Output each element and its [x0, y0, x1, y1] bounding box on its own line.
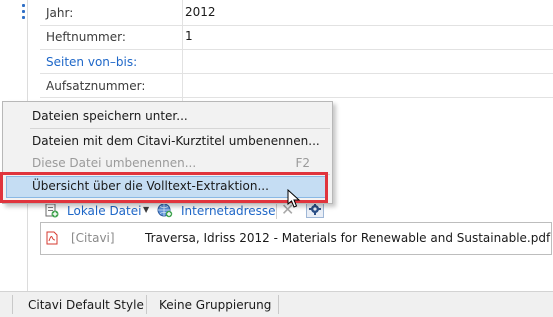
menu-item-label: Dateien mit dem Citavi-Kurztitel umbenen…	[32, 134, 320, 148]
field-label-aufsatznummer: Aufsatznummer:	[46, 79, 146, 93]
list-item[interactable]: [Citavi] Traversa, Idriss 2012 - Materia…	[41, 223, 551, 254]
field-value-aufsatznummer[interactable]	[183, 74, 553, 97]
pdf-icon	[46, 231, 58, 245]
menu-item-label: Dateien speichern unter...	[32, 109, 188, 123]
menu-item-rename-with-short-title[interactable]: Dateien mit dem Citavi-Kurztitel umbenen…	[3, 130, 332, 152]
annotation-highlight-frame	[0, 172, 328, 203]
field-divider	[40, 97, 553, 98]
menu-item-shortcut: F2	[295, 156, 310, 170]
internet-address-icon[interactable]	[157, 203, 173, 218]
menu-item-save-files-as[interactable]: Dateien speichern unter...	[3, 105, 332, 127]
field-label-seiten[interactable]: Seiten von–bis:	[46, 55, 137, 69]
chevron-down-icon[interactable]: ▼	[143, 205, 149, 214]
attachment-name: Traversa, Idriss 2012 - Materials for Re…	[145, 231, 551, 245]
field-value-heftnummer[interactable]: 1	[185, 29, 193, 43]
field-value-jahr[interactable]: 2012	[185, 5, 216, 19]
field-label-jahr: Jahr:	[46, 6, 74, 20]
field-label-heftnummer: Heftnummer:	[46, 30, 126, 44]
local-file-button[interactable]: Lokale Datei	[67, 204, 141, 218]
internet-address-button[interactable]: Internetadresse	[181, 204, 276, 218]
status-bar: Citavi Default Style Keine Gruppierung	[0, 291, 553, 317]
mouse-cursor-icon	[287, 188, 301, 209]
status-citation-style[interactable]: Citavi Default Style	[28, 298, 144, 312]
attachment-list: [Citavi] Traversa, Idriss 2012 - Materia…	[40, 222, 552, 255]
collapse-handle[interactable]	[22, 4, 27, 22]
field-divider	[40, 25, 553, 26]
menu-item-label: Diese Datei umbenennen...	[32, 156, 197, 170]
status-separator	[12, 295, 13, 314]
menu-item-rename-this-file: Diese Datei umbenennen... F2	[3, 152, 332, 174]
status-separator	[146, 295, 147, 314]
field-value-seiten[interactable]	[183, 50, 553, 73]
status-separator	[278, 295, 279, 314]
status-grouping[interactable]: Keine Gruppierung	[159, 298, 271, 312]
attachment-tag: [Citavi]	[71, 231, 115, 245]
menu-separator	[30, 128, 330, 129]
local-file-icon[interactable]	[44, 203, 59, 218]
